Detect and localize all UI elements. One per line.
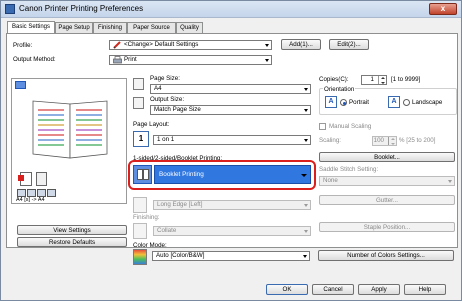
- manual-scaling-label: Manual Scaling: [329, 123, 372, 130]
- output-method-select[interactable]: Print: [109, 55, 272, 65]
- color-mode-value: Auto [Color/B&W]: [156, 252, 205, 259]
- page-size-value: A4: [154, 85, 162, 92]
- page-size-label: Page Size:: [150, 75, 180, 82]
- gutter-button[interactable]: Gutter...: [319, 195, 455, 205]
- staple-position-button[interactable]: Staple Position...: [319, 222, 455, 232]
- chevron-down-icon: [301, 174, 307, 177]
- basic-settings-panel: Profile: <Change> Default Settings Add(1…: [6, 33, 458, 265]
- color-mode-label: Color Mode:: [133, 242, 167, 249]
- scaling-stepper[interactable]: 100: [372, 136, 397, 146]
- copies-label: Copies(C):: [319, 76, 349, 83]
- saddle-stitch-label: Saddle Stitch Setting:: [319, 166, 379, 173]
- page-size-icon: [133, 78, 144, 90]
- booklet-settings-button[interactable]: Booklet...: [319, 152, 455, 162]
- profile-edit-button[interactable]: Edit(2)...: [329, 39, 369, 50]
- scaling-range: % [25 to 200]: [399, 137, 436, 144]
- binding-location-select[interactable]: Long Edge [Left]: [153, 200, 311, 210]
- binding-icon: [133, 197, 147, 213]
- finishing-value: Collate: [157, 227, 177, 234]
- profile-add-button[interactable]: Add(1)...: [281, 39, 321, 50]
- apply-button[interactable]: Apply: [358, 284, 400, 295]
- booklet-output-red-mark: [18, 175, 24, 181]
- copies-value: 1: [370, 76, 374, 83]
- printer-app-icon: [5, 4, 15, 14]
- orientation-label: Orientation: [323, 86, 356, 93]
- profile-label: Profile:: [13, 42, 33, 49]
- manual-scaling-checkbox[interactable]: [319, 123, 326, 130]
- printing-preferences-window: Canon Printer Printing Preferences x Bas…: [0, 0, 462, 301]
- landscape-icon: A: [388, 96, 400, 108]
- page-layout-value: 1 on 1: [157, 136, 175, 143]
- view-settings-button[interactable]: View Settings: [17, 225, 127, 235]
- copies-range: [1 to 9999]: [391, 76, 421, 83]
- duplex-icon: [47, 189, 56, 197]
- help-button[interactable]: Help: [404, 284, 446, 295]
- booklet-printing-icon: [133, 165, 152, 184]
- chevron-down-icon: [304, 109, 308, 112]
- preview-caption: A4 [s] -> A4: [16, 197, 45, 203]
- binding-location-value: Long Edge [Left]: [157, 201, 203, 208]
- copies-stepper[interactable]: 1: [361, 75, 387, 85]
- chevron-down-icon: [304, 88, 308, 91]
- landscape-radio[interactable]: [403, 99, 410, 106]
- saddle-stitch-select[interactable]: None: [319, 176, 455, 186]
- output-size-select[interactable]: Match Page Size: [150, 105, 311, 115]
- booklet-preview-illustration: [32, 100, 108, 159]
- stacked-pages-icon: [36, 172, 47, 186]
- output-size-label: Output Size:: [150, 96, 185, 103]
- paper-tray-icon: [17, 189, 26, 197]
- chevron-down-icon: [448, 180, 452, 183]
- chevron-down-icon: [265, 59, 269, 62]
- portrait-icon: A: [325, 96, 337, 108]
- preview-toggle-icon[interactable]: [15, 81, 26, 89]
- printer-icon: [113, 56, 122, 64]
- cancel-button[interactable]: Cancel: [312, 284, 354, 295]
- ok-button[interactable]: OK: [266, 284, 308, 295]
- window-title: Canon Printer Printing Preferences: [19, 4, 144, 13]
- page-layout-number-icon: 1: [133, 131, 149, 147]
- close-button[interactable]: x: [429, 3, 457, 15]
- spin-arrows-icon[interactable]: [388, 137, 396, 145]
- output-method-label: Output Method:: [13, 56, 56, 63]
- chevron-down-icon: [304, 204, 308, 207]
- output-size-icon: [133, 97, 144, 109]
- preview-pane: A4 [s] -> A4: [11, 78, 127, 204]
- page-size-select[interactable]: A4: [150, 84, 311, 94]
- collate-icon: [133, 223, 147, 239]
- restore-defaults-button[interactable]: Restore Defaults: [17, 237, 127, 247]
- saddle-stitch-value: None: [323, 177, 338, 184]
- booklet-output-icon: [18, 172, 32, 186]
- scaling-label: Scaling:: [319, 137, 342, 144]
- layout-icon: [37, 189, 46, 197]
- booklet-printing-select[interactable]: Booklet Printing: [154, 165, 311, 184]
- page-layout-label: Page Layout:: [133, 121, 170, 128]
- color-mode-select[interactable]: Auto [Color/B&W]: [152, 251, 310, 261]
- finishing-select[interactable]: Collate: [153, 226, 311, 236]
- chevron-down-icon: [303, 255, 307, 258]
- title-bar: Canon Printer Printing Preferences x: [1, 1, 461, 18]
- booklet-right-page: [143, 169, 149, 180]
- finishing-label: Finishing:: [133, 214, 160, 221]
- pencil-icon: [113, 41, 121, 49]
- page-layout-select[interactable]: 1 on 1: [153, 135, 311, 145]
- chevron-down-icon: [265, 44, 269, 47]
- chevron-down-icon: [304, 139, 308, 142]
- spin-arrows-icon[interactable]: [378, 76, 386, 84]
- booklet-printing-value: Booklet Printing: [159, 171, 204, 178]
- portrait-label: Portrait: [349, 99, 369, 106]
- color-mode-icon: [27, 189, 36, 197]
- scaling-value: 100: [373, 137, 384, 144]
- profile-select[interactable]: <Change> Default Settings: [109, 40, 272, 50]
- color-mode-icon: [133, 249, 147, 265]
- portrait-radio[interactable]: [340, 99, 347, 106]
- chevron-down-icon: [304, 230, 308, 233]
- profile-value: <Change> Default Settings: [124, 41, 199, 48]
- output-size-value: Match Page Size: [154, 106, 201, 113]
- landscape-label: Landscape: [412, 99, 443, 106]
- output-method-value: Print: [124, 56, 137, 63]
- number-of-colors-button[interactable]: Number of Colors Settings...: [318, 250, 454, 261]
